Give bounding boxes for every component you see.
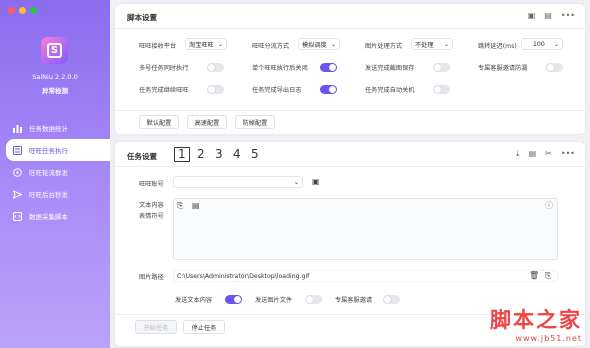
task-toolbar: ⤓ ▤ ✂ ••• (516, 149, 575, 159)
send-icon (13, 189, 22, 199)
invite-guard-toggle[interactable] (546, 63, 563, 72)
dist-select[interactable]: 模拟调度 ⌄ (298, 38, 340, 50)
delay-label: 跳转延迟(ms) (478, 43, 517, 50)
chevron-down-icon: ⌄ (217, 40, 223, 48)
toggle-label: 专属客服邀请防漏 (478, 65, 528, 72)
tab-3[interactable]: 3 (215, 147, 223, 161)
dist-label: 旺旺分流方式 (252, 43, 290, 50)
toggle-label: 发送完成截图保存 (365, 65, 415, 72)
app-status: 异常检测 (42, 87, 68, 95)
toggle-label: 任务完成自动关机 (365, 87, 415, 94)
export-log-toggle[interactable] (320, 85, 337, 94)
minimize-window-button[interactable] (19, 7, 26, 14)
trash-icon[interactable]: 🗑 (529, 271, 539, 280)
send-image-label: 发送图片文件 (255, 297, 293, 304)
task-list-icon (13, 145, 22, 155)
continue-after-toggle[interactable] (207, 85, 224, 94)
emoji-label: 表情符号 (139, 213, 164, 220)
tab-4[interactable]: 4 (233, 147, 241, 161)
send-image-toggle[interactable] (305, 295, 322, 304)
task-settings-title: 任务设置 (127, 152, 157, 161)
help-icon[interactable]: ⓘ (545, 200, 553, 211)
stop-task-button[interactable]: 停止任务 (183, 320, 225, 334)
calendar-icon[interactable]: ▣ (312, 177, 320, 186)
watermark: 脚本之家 www.jb51.net (490, 307, 582, 343)
panel-toolbar: ▣ ▤ ••• (528, 11, 575, 20)
img-mode-label: 图片处理方式 (365, 43, 403, 50)
chevron-down-icon: ⌄ (293, 178, 299, 186)
tab-2[interactable]: 2 (197, 147, 205, 161)
toggle-label: 任务完成导出日志 (252, 87, 302, 94)
chevron-down-icon: ⌄ (443, 40, 449, 48)
divider (115, 166, 585, 167)
more-icon[interactable]: ••• (561, 11, 575, 20)
sidebar-item-data-script[interactable]: 数据采集脚本 (0, 205, 110, 227)
app-version: SaiNiu 2.2.0.0 (32, 73, 78, 81)
exclusive-toggle[interactable] (383, 295, 400, 304)
send-text-label: 发送文本内容 (175, 297, 213, 304)
divider (115, 28, 585, 29)
import-icon[interactable]: ⤓ (516, 149, 520, 159)
scissors-icon[interactable]: ✂ (545, 149, 552, 159)
sidebar: S SaiNiu 2.2.0.0 异常检测 任务数据统计 旺旺任务执行 旺旺轮流… (0, 0, 110, 348)
platform-select[interactable]: 淘宝旺旺 ⌄ (185, 38, 227, 50)
image-path-field[interactable]: C:\Users\Administrator\Desktop\loading.g… (173, 270, 558, 282)
sidebar-item-task-exec[interactable]: 旺旺任务执行 (6, 139, 110, 161)
sidebar-item-stats[interactable]: 任务数据统计 (0, 117, 110, 139)
emoji-list-icon[interactable]: ▤ (192, 201, 200, 210)
sidebar-item-bg-send[interactable]: 旺旺后台秒发 (0, 183, 110, 205)
data-script-icon (13, 211, 22, 221)
account-label: 旺旺账号 (139, 181, 164, 188)
account-select[interactable]: ⌄ (173, 176, 303, 188)
document-icon[interactable]: ▤ (529, 149, 537, 159)
document-icon[interactable]: ▤ (544, 11, 552, 20)
toggle-label: 任务完成继续旺旺 (139, 87, 189, 94)
chevron-down-icon: ⌄ (330, 40, 336, 48)
text-content-label: 文本内容 (139, 202, 164, 209)
message-textarea[interactable] (173, 198, 558, 260)
save-screenshot-toggle[interactable] (433, 63, 450, 72)
image-icon[interactable]: ▣ (528, 11, 536, 20)
script-settings-panel: 脚本设置 ▣ ▤ ••• 旺旺接收平台 淘宝旺旺 ⌄ 旺旺分流方式 模拟调度 ⌄ 图… (115, 4, 585, 134)
exclusive-label: 专属客服邀请 (335, 297, 373, 304)
broadcast-icon (13, 167, 22, 177)
close-after-exec-toggle[interactable] (320, 63, 337, 72)
window-controls (8, 7, 37, 14)
maximize-window-button[interactable] (30, 7, 37, 14)
sidebar-nav: 任务数据统计 旺旺任务执行 旺旺轮流群发 旺旺后台秒发 数据采集脚本 (0, 117, 110, 227)
platform-label: 旺旺接收平台 (139, 43, 177, 50)
start-task-button[interactable]: 开始任务 (135, 320, 177, 334)
delay-select[interactable]: 100 ⌄ (521, 38, 563, 50)
auto-shutdown-toggle[interactable] (433, 85, 450, 94)
send-text-toggle[interactable] (225, 295, 242, 304)
image-path-label: 图片路径 (139, 274, 164, 281)
safe-config-button[interactable]: 防掉配置 (235, 115, 275, 129)
bar-chart-icon (13, 124, 22, 133)
default-config-button[interactable]: 默认配置 (139, 115, 179, 129)
fast-config-button[interactable]: 高速配置 (187, 115, 227, 129)
script-settings-title: 脚本设置 (127, 13, 157, 22)
img-mode-select[interactable]: 不处理 ⌄ (411, 38, 453, 50)
divider (115, 110, 585, 111)
multi-account-toggle[interactable] (207, 63, 224, 72)
tab-1[interactable]: 1 (174, 147, 190, 162)
file-icon[interactable]: ⎘ (545, 271, 551, 281)
close-window-button[interactable] (8, 7, 15, 14)
toggle-label: 多号任务同时执行 (139, 65, 189, 72)
paste-icon[interactable]: ⎘ (177, 201, 183, 211)
more-icon[interactable]: ••• (561, 149, 575, 159)
chevron-down-icon: ⌄ (553, 40, 559, 48)
app-logo: S (41, 37, 68, 64)
sidebar-item-broadcast[interactable]: 旺旺轮流群发 (0, 161, 110, 183)
tab-5[interactable]: 5 (251, 147, 259, 161)
toggle-label: 单个旺旺执行后关闭 (252, 65, 308, 72)
